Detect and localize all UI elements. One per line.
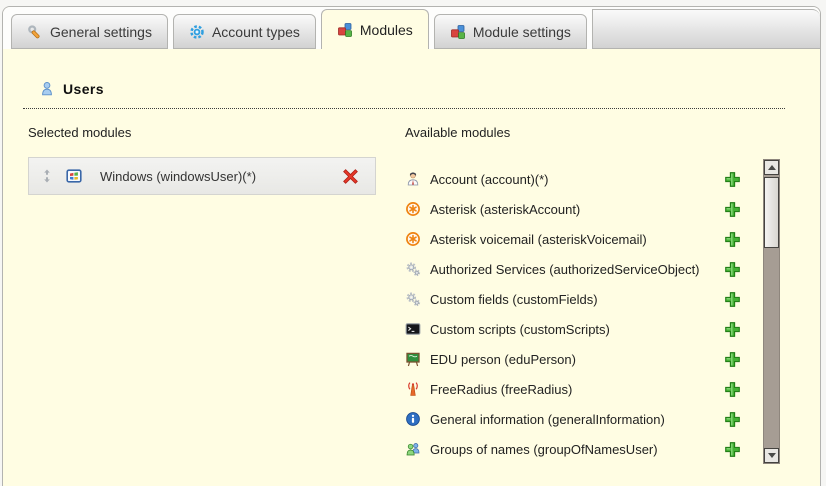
tab-module-settings[interactable]: Module settings — [434, 14, 587, 49]
wrench-icon — [27, 24, 43, 40]
selected-modules-list: Windows (windowsUser)(*) — [28, 157, 376, 195]
user-icon — [39, 81, 55, 97]
add-module-button[interactable] — [724, 171, 741, 188]
available-module-label: Custom scripts (customScripts) — [430, 322, 715, 337]
scrollbar-thumb[interactable] — [764, 177, 779, 248]
available-module-label: Custom fields (customFields) — [430, 292, 715, 307]
available-module-row: General information (generalInformation) — [405, 404, 741, 434]
chalkboard-icon — [405, 351, 421, 367]
triangle-up-icon — [768, 165, 776, 170]
tab-bar: General settings Account types Modules Modu… — [3, 7, 820, 49]
add-module-button[interactable] — [724, 441, 741, 458]
add-module-button[interactable] — [724, 201, 741, 218]
available-module-row: Groups of names (groupOfNamesUser) — [405, 434, 741, 464]
available-module-label: Asterisk (asteriskAccount) — [430, 202, 715, 217]
scroll-up-button[interactable] — [764, 160, 779, 175]
asterisk-icon — [405, 231, 421, 247]
available-module-row: FreeRadius (freeRadius) — [405, 374, 741, 404]
add-module-button[interactable] — [724, 381, 741, 398]
scroll-down-button[interactable] — [764, 448, 779, 463]
triangle-down-icon — [768, 453, 776, 458]
antenna-icon — [405, 381, 421, 397]
tab-general-settings[interactable]: General settings — [11, 14, 168, 49]
gears-icon — [405, 261, 421, 277]
selected-modules-heading: Selected modules — [28, 125, 131, 140]
users-section-header: Users — [23, 81, 785, 109]
available-module-row: Custom fields (customFields) — [405, 284, 741, 314]
account-icon — [405, 171, 421, 187]
modules-icon — [450, 24, 466, 40]
available-module-row: Asterisk (asteriskAccount) — [405, 194, 741, 224]
drag-handle-icon[interactable] — [39, 168, 55, 184]
available-module-row: Authorized Services (authorizedServiceOb… — [405, 254, 741, 284]
add-module-button[interactable] — [724, 261, 741, 278]
available-module-row: Custom scripts (customScripts) — [405, 314, 741, 344]
available-module-label: Groups of names (groupOfNamesUser) — [430, 442, 715, 457]
available-module-label: Authorized Services (authorizedServiceOb… — [430, 262, 715, 277]
available-module-label: EDU person (eduPerson) — [430, 352, 715, 367]
available-modules-list: Account (account)(*) Asterisk (asteriskAc… — [405, 164, 741, 464]
tab-label: Module settings — [473, 24, 571, 40]
available-module-label: Asterisk voicemail (asteriskVoicemail) — [430, 232, 715, 247]
available-module-label: FreeRadius (freeRadius) — [430, 382, 715, 397]
gears-icon — [405, 291, 421, 307]
available-module-label: Account (account)(*) — [430, 172, 715, 187]
gear-icon — [189, 24, 205, 40]
selected-module-row: Windows (windowsUser)(*) — [28, 157, 376, 195]
windows-icon — [66, 168, 82, 184]
remove-module-button[interactable] — [342, 168, 359, 185]
add-module-button[interactable] — [724, 351, 741, 368]
add-module-button[interactable] — [724, 321, 741, 338]
add-module-button[interactable] — [724, 411, 741, 428]
selected-module-label: Windows (windowsUser)(*) — [100, 169, 331, 184]
group-icon — [405, 441, 421, 457]
available-module-label: General information (generalInformation) — [430, 412, 715, 427]
configuration-widget: General settings Account types Modules Modu… — [2, 6, 821, 486]
available-module-row: EDU person (eduPerson) — [405, 344, 741, 374]
section-title: Users — [63, 81, 104, 97]
info-icon — [405, 411, 421, 427]
available-module-row: Account (account)(*) — [405, 164, 741, 194]
add-module-button[interactable] — [724, 291, 741, 308]
tab-account-types[interactable]: Account types — [173, 14, 316, 49]
asterisk-icon — [405, 201, 421, 217]
tab-label: Modules — [360, 22, 413, 38]
modules-icon — [337, 22, 353, 38]
available-modules-heading: Available modules — [405, 125, 510, 140]
add-module-button[interactable] — [724, 231, 741, 248]
available-modules-scrollbar[interactable] — [763, 159, 780, 464]
terminal-icon — [405, 321, 421, 337]
tab-modules[interactable]: Modules — [321, 9, 429, 49]
tab-bar-filler — [592, 9, 820, 49]
available-module-row: Asterisk voicemail (asteriskVoicemail) — [405, 224, 741, 254]
tab-label: General settings — [50, 24, 152, 40]
tab-label: Account types — [212, 24, 300, 40]
modules-tab-content: Users Selected modules Available modules… — [3, 49, 820, 486]
